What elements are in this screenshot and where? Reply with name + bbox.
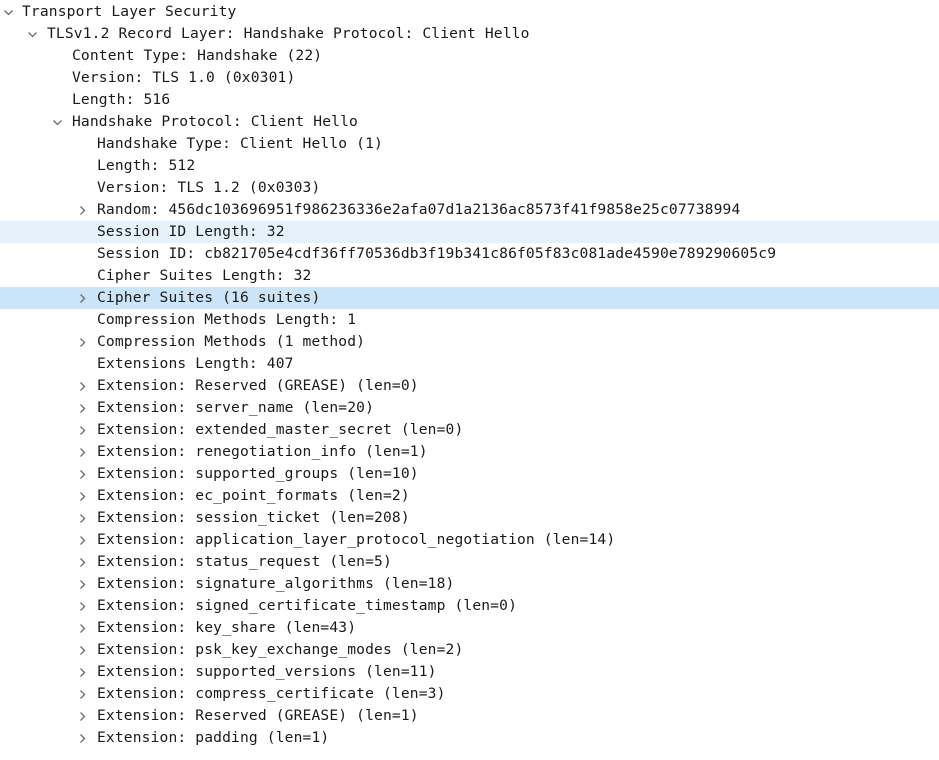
tree-row[interactable]: Extension: status_request (len=5) (0, 551, 939, 573)
tree-row-label: Length: 512 (97, 157, 196, 174)
chevron-down-icon[interactable] (1, 1, 15, 23)
chevron-right-icon[interactable] (75, 639, 89, 661)
tree-row-label: Extension: key_share (len=43) (97, 619, 357, 636)
tree-row[interactable]: Extension: renegotiation_info (len=1) (0, 441, 939, 463)
tree-row-label: Handshake Type: Client Hello (1) (97, 135, 383, 152)
chevron-right-icon[interactable] (75, 661, 89, 683)
tree-row[interactable]: Compression Methods Length: 1 (0, 309, 939, 331)
tree-row[interactable]: Extension: key_share (len=43) (0, 617, 939, 639)
chevron-right-icon[interactable] (75, 441, 89, 463)
tree-row-label: Extension: extended_master_secret (len=0… (97, 421, 464, 438)
tree-row[interactable]: Content Type: Handshake (22) (0, 45, 939, 67)
tree-row-label: Session ID Length: 32 (97, 223, 285, 240)
chevron-right-icon[interactable] (75, 485, 89, 507)
tree-row-label: Extension: renegotiation_info (len=1) (97, 443, 428, 460)
tree-row[interactable]: Extension: signed_certificate_timestamp … (0, 595, 939, 617)
tree-row-label: Length: 516 (72, 91, 171, 108)
tree-row-label: Extension: psk_key_exchange_modes (len=2… (97, 641, 464, 658)
tree-row-label: Extension: Reserved (GREASE) (len=0) (97, 377, 419, 394)
tree-row[interactable]: Extensions Length: 407 (0, 353, 939, 375)
tree-row-label: Compression Methods (1 method) (97, 333, 366, 350)
chevron-right-icon[interactable] (75, 331, 89, 353)
tree-row-label: Handshake Protocol: Client Hello (72, 113, 358, 130)
tree-row[interactable]: Extension: supported_versions (len=11) (0, 661, 939, 683)
tree-row-label: Random: 456dc103696951f986236336e2afa07d… (97, 201, 741, 218)
tree-row[interactable]: Extension: Reserved (GREASE) (len=1) (0, 705, 939, 727)
tree-row-label: Extension: supported_versions (len=11) (97, 663, 437, 680)
tree-row[interactable]: Compression Methods (1 method) (0, 331, 939, 353)
tree-row-label: TLSv1.2 Record Layer: Handshake Protocol… (47, 25, 530, 42)
tree-row[interactable]: Extension: compress_certificate (len=3) (0, 683, 939, 705)
tree-row-label: Version: TLS 1.0 (0x0301) (72, 69, 296, 86)
tree-row-label: Extension: signed_certificate_timestamp … (97, 597, 518, 614)
tree-row[interactable]: Handshake Type: Client Hello (1) (0, 133, 939, 155)
tree-row-label: Extension: status_request (len=5) (97, 553, 392, 570)
chevron-right-icon[interactable] (75, 529, 89, 551)
chevron-right-icon[interactable] (75, 573, 89, 595)
tree-row[interactable]: Extension: extended_master_secret (len=0… (0, 419, 939, 441)
tree-row-label: Session ID: cb821705e4cdf36ff70536db3f19… (97, 245, 777, 262)
chevron-right-icon[interactable] (75, 199, 89, 221)
tree-row[interactable]: Handshake Protocol: Client Hello (0, 111, 939, 133)
packet-details-tree: Transport Layer Security TLSv1.2 Record L… (0, 1, 939, 749)
tree-row[interactable]: Extension: padding (len=1) (0, 727, 939, 749)
tree-row-label: Extension: Reserved (GREASE) (len=1) (97, 707, 419, 724)
tree-row-label: Extensions Length: 407 (97, 355, 294, 372)
chevron-down-icon[interactable] (25, 23, 39, 45)
tree-row[interactable]: Length: 512 (0, 155, 939, 177)
chevron-right-icon[interactable] (75, 705, 89, 727)
tree-row[interactable]: Transport Layer Security (0, 1, 939, 23)
tree-row[interactable]: Extension: server_name (len=20) (0, 397, 939, 419)
tree-row[interactable]: Extension: signature_algorithms (len=18) (0, 573, 939, 595)
chevron-right-icon[interactable] (75, 683, 89, 705)
tree-row[interactable]: Version: TLS 1.2 (0x0303) (0, 177, 939, 199)
tree-row[interactable]: Session ID: cb821705e4cdf36ff70536db3f19… (0, 243, 939, 265)
chevron-right-icon[interactable] (75, 727, 89, 749)
tree-row[interactable]: Version: TLS 1.0 (0x0301) (0, 67, 939, 89)
tree-row-label: Extension: server_name (len=20) (97, 399, 375, 416)
chevron-right-icon[interactable] (75, 595, 89, 617)
chevron-right-icon[interactable] (75, 375, 89, 397)
tree-row-label: Extension: ec_point_formats (len=2) (97, 487, 410, 504)
tree-row-label: Extension: signature_algorithms (len=18) (97, 575, 455, 592)
tree-row[interactable]: Extension: session_ticket (len=208) (0, 507, 939, 529)
chevron-right-icon[interactable] (75, 463, 89, 485)
tree-row[interactable]: Extension: psk_key_exchange_modes (len=2… (0, 639, 939, 661)
chevron-down-icon[interactable] (50, 111, 64, 133)
tree-row[interactable]: Random: 456dc103696951f986236336e2afa07d… (0, 199, 939, 221)
tree-row[interactable]: Length: 516 (0, 89, 939, 111)
tree-row-label: Extension: session_ticket (len=208) (97, 509, 410, 526)
tree-row[interactable]: Session ID Length: 32 (0, 221, 939, 243)
tree-row-label: Transport Layer Security (22, 3, 237, 20)
chevron-right-icon[interactable] (75, 287, 89, 309)
tree-row-label: Version: TLS 1.2 (0x0303) (97, 179, 321, 196)
tree-row-label: Extension: supported_groups (len=10) (97, 465, 419, 482)
tree-row[interactable]: Cipher Suites Length: 32 (0, 265, 939, 287)
tree-row-label: Extension: application_layer_protocol_ne… (97, 531, 616, 548)
tree-row[interactable]: TLSv1.2 Record Layer: Handshake Protocol… (0, 23, 939, 45)
tree-row-label: Cipher Suites (16 suites) (97, 289, 321, 306)
tree-row[interactable]: Cipher Suites (16 suites) (0, 287, 939, 309)
chevron-right-icon[interactable] (75, 617, 89, 639)
chevron-right-icon[interactable] (75, 419, 89, 441)
tree-row[interactable]: Extension: application_layer_protocol_ne… (0, 529, 939, 551)
tree-row-label: Extension: padding (len=1) (97, 729, 330, 746)
tree-row-label: Cipher Suites Length: 32 (97, 267, 312, 284)
tree-row-label: Content Type: Handshake (22) (72, 47, 323, 64)
chevron-right-icon[interactable] (75, 397, 89, 419)
chevron-right-icon[interactable] (75, 551, 89, 573)
tree-row[interactable]: Extension: ec_point_formats (len=2) (0, 485, 939, 507)
tree-row[interactable]: Extension: Reserved (GREASE) (len=0) (0, 375, 939, 397)
tree-row-label: Compression Methods Length: 1 (97, 311, 357, 328)
chevron-right-icon[interactable] (75, 507, 89, 529)
tree-row[interactable]: Extension: supported_groups (len=10) (0, 463, 939, 485)
tree-row-label: Extension: compress_certificate (len=3) (97, 685, 446, 702)
